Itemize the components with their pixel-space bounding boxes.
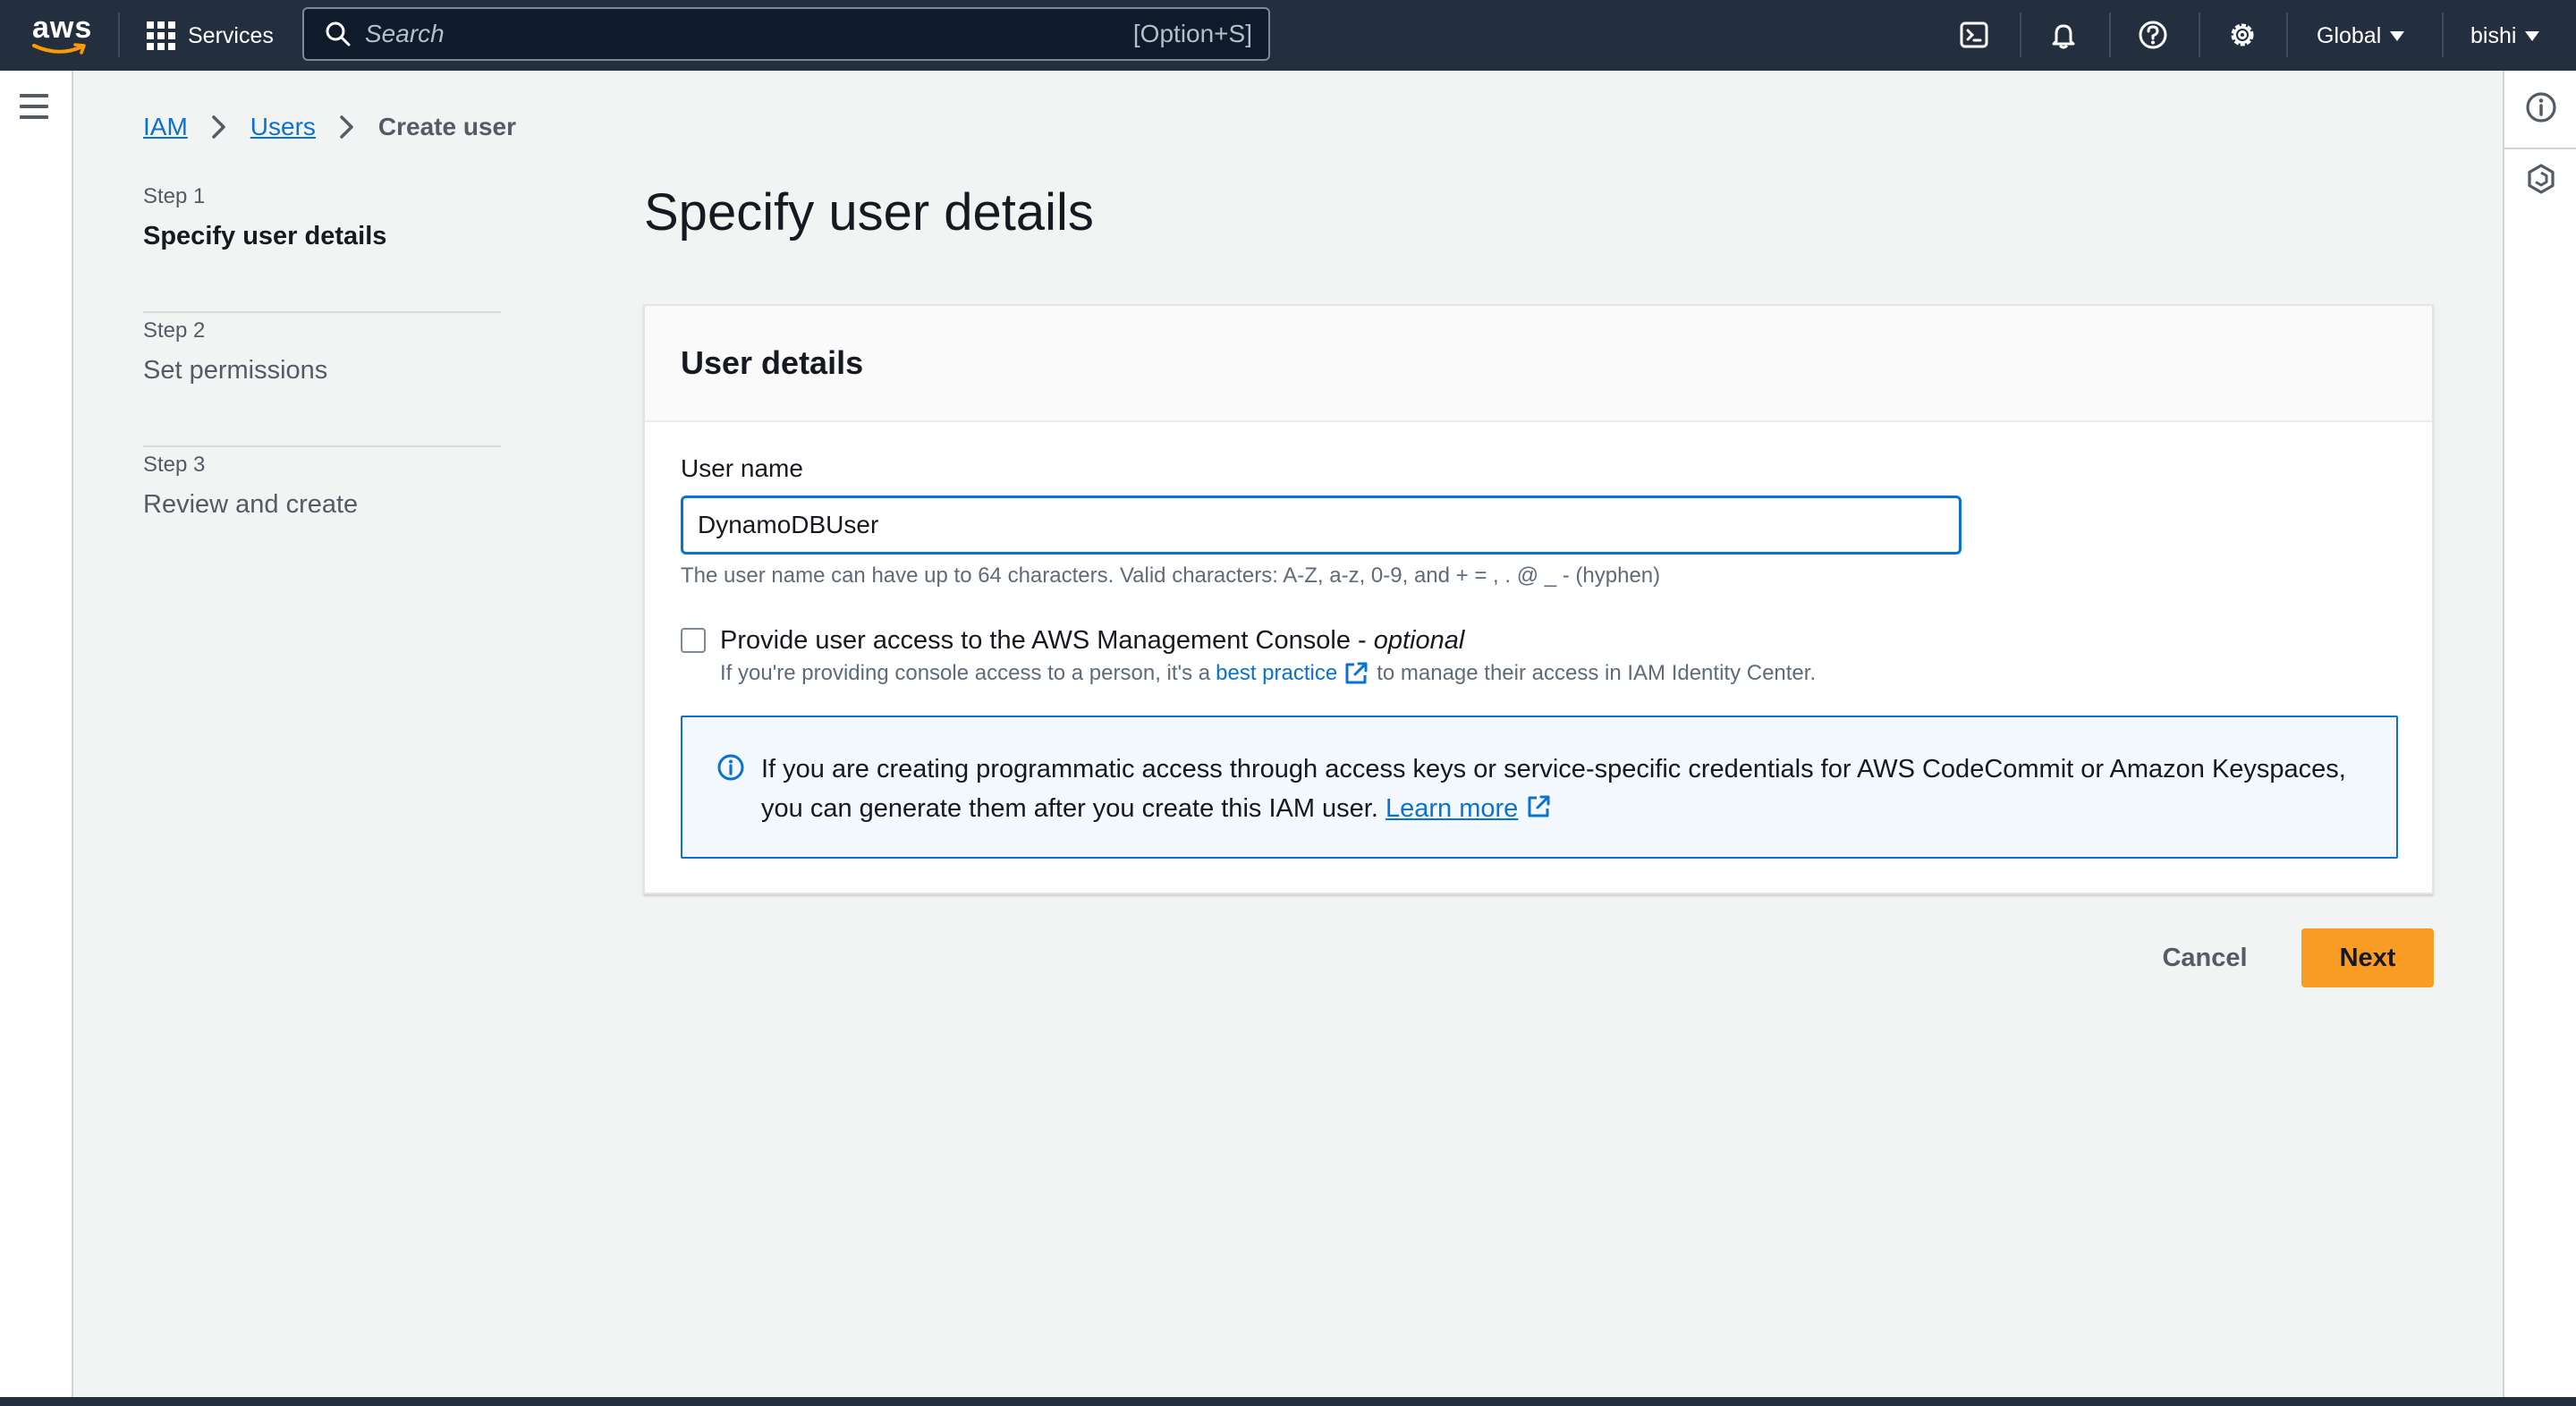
console-access-label[interactable]: Provide user access to the AWS Managemen… <box>720 624 1816 656</box>
top-navigation: aws Services [Option+S] <box>0 0 2576 71</box>
chevron-right-icon <box>211 114 227 140</box>
next-button[interactable]: Next <box>2301 928 2434 987</box>
hexagon-icon[interactable] <box>2524 162 2558 196</box>
username-label: User name <box>681 454 803 482</box>
account-menu[interactable]: bishi <box>2470 18 2540 54</box>
services-menu-button[interactable]: Services <box>147 18 274 54</box>
footer-bar <box>0 1397 2576 1406</box>
cloudshell-icon[interactable] <box>1955 16 1993 54</box>
search-icon <box>326 21 351 47</box>
breadcrumb: IAM Users Create user <box>143 111 516 143</box>
nav-divider <box>2442 13 2444 57</box>
nav-divider <box>118 13 120 57</box>
console-access-option: Provide user access to the AWS Managemen… <box>681 624 1816 687</box>
aws-smile-icon <box>32 43 86 55</box>
form-actions: Cancel Next <box>2147 928 2434 987</box>
menu-icon[interactable] <box>20 94 48 119</box>
step-name: Specify user details <box>143 222 387 250</box>
panel-header: User details <box>645 306 2432 422</box>
aws-logo[interactable]: aws <box>32 11 93 55</box>
step-name: Review and create <box>143 490 359 519</box>
aws-logo-text: aws <box>32 11 93 45</box>
services-grid-icon <box>147 21 175 50</box>
external-link-icon <box>1343 660 1369 687</box>
breadcrumb-current: Create user <box>377 113 516 140</box>
info-alert: If you are creating programmatic access … <box>681 716 2398 859</box>
rail-divider <box>2504 148 2576 149</box>
page-title: Specify user details <box>644 183 1094 241</box>
account-name: bishi <box>2470 22 2517 48</box>
caret-down-icon <box>2525 30 2540 41</box>
best-practice-link[interactable]: best practice <box>1216 661 1337 686</box>
console-access-description: If you're providing console access to a … <box>720 660 1817 687</box>
wizard-step-1[interactable]: Step 1 Specify user details <box>143 179 501 313</box>
search-shortcut-hint: [Option+S] <box>1132 20 1252 47</box>
console-access-checkbox[interactable] <box>681 628 706 653</box>
wizard-step-2: Step 2 Set permissions <box>143 313 501 447</box>
panel-title: User details <box>681 344 864 381</box>
learn-more-link[interactable]: Learn more <box>1385 794 1518 823</box>
right-tools-rail <box>2503 71 2576 1398</box>
external-link-icon <box>1525 793 1552 820</box>
optional-tag: optional <box>1373 626 1465 655</box>
chevron-right-icon <box>339 114 355 140</box>
step-number: Step 1 <box>143 184 206 208</box>
search-input[interactable] <box>352 9 1133 59</box>
nav-divider <box>2199 13 2200 57</box>
wizard-steps: Step 1 Specify user details Step 2 Set p… <box>143 179 501 581</box>
step-number: Step 3 <box>143 453 206 477</box>
username-input[interactable] <box>681 495 1962 555</box>
user-details-panel: User details User name The user name can… <box>643 304 2434 894</box>
breadcrumb-link-users[interactable]: Users <box>250 113 316 141</box>
left-navigation-rail <box>0 71 73 1398</box>
breadcrumb-link-iam[interactable]: IAM <box>143 113 188 141</box>
help-icon[interactable] <box>2134 16 2172 54</box>
cancel-button[interactable]: Cancel <box>2147 928 2263 987</box>
caret-down-icon <box>2390 30 2405 41</box>
nav-divider <box>2286 13 2288 57</box>
username-constraint-text: The user name can have up to 64 characte… <box>681 563 1661 588</box>
nav-divider <box>2020 13 2021 57</box>
nav-divider <box>2109 13 2111 57</box>
info-alert-text: If you are creating programmatic access … <box>761 755 2346 823</box>
region-label: Global <box>2317 22 2382 48</box>
services-label: Services <box>188 22 274 48</box>
search-bar[interactable]: [Option+S] <box>302 7 1270 61</box>
step-number: Step 2 <box>143 318 206 343</box>
info-panel-icon[interactable] <box>2524 90 2558 124</box>
settings-icon[interactable] <box>2224 16 2261 54</box>
info-icon <box>716 753 745 786</box>
bell-icon[interactable] <box>2045 16 2082 54</box>
region-selector[interactable]: Global <box>2317 18 2405 54</box>
step-name: Set permissions <box>143 356 328 385</box>
wizard-step-3: Step 3 Review and create <box>143 447 501 581</box>
